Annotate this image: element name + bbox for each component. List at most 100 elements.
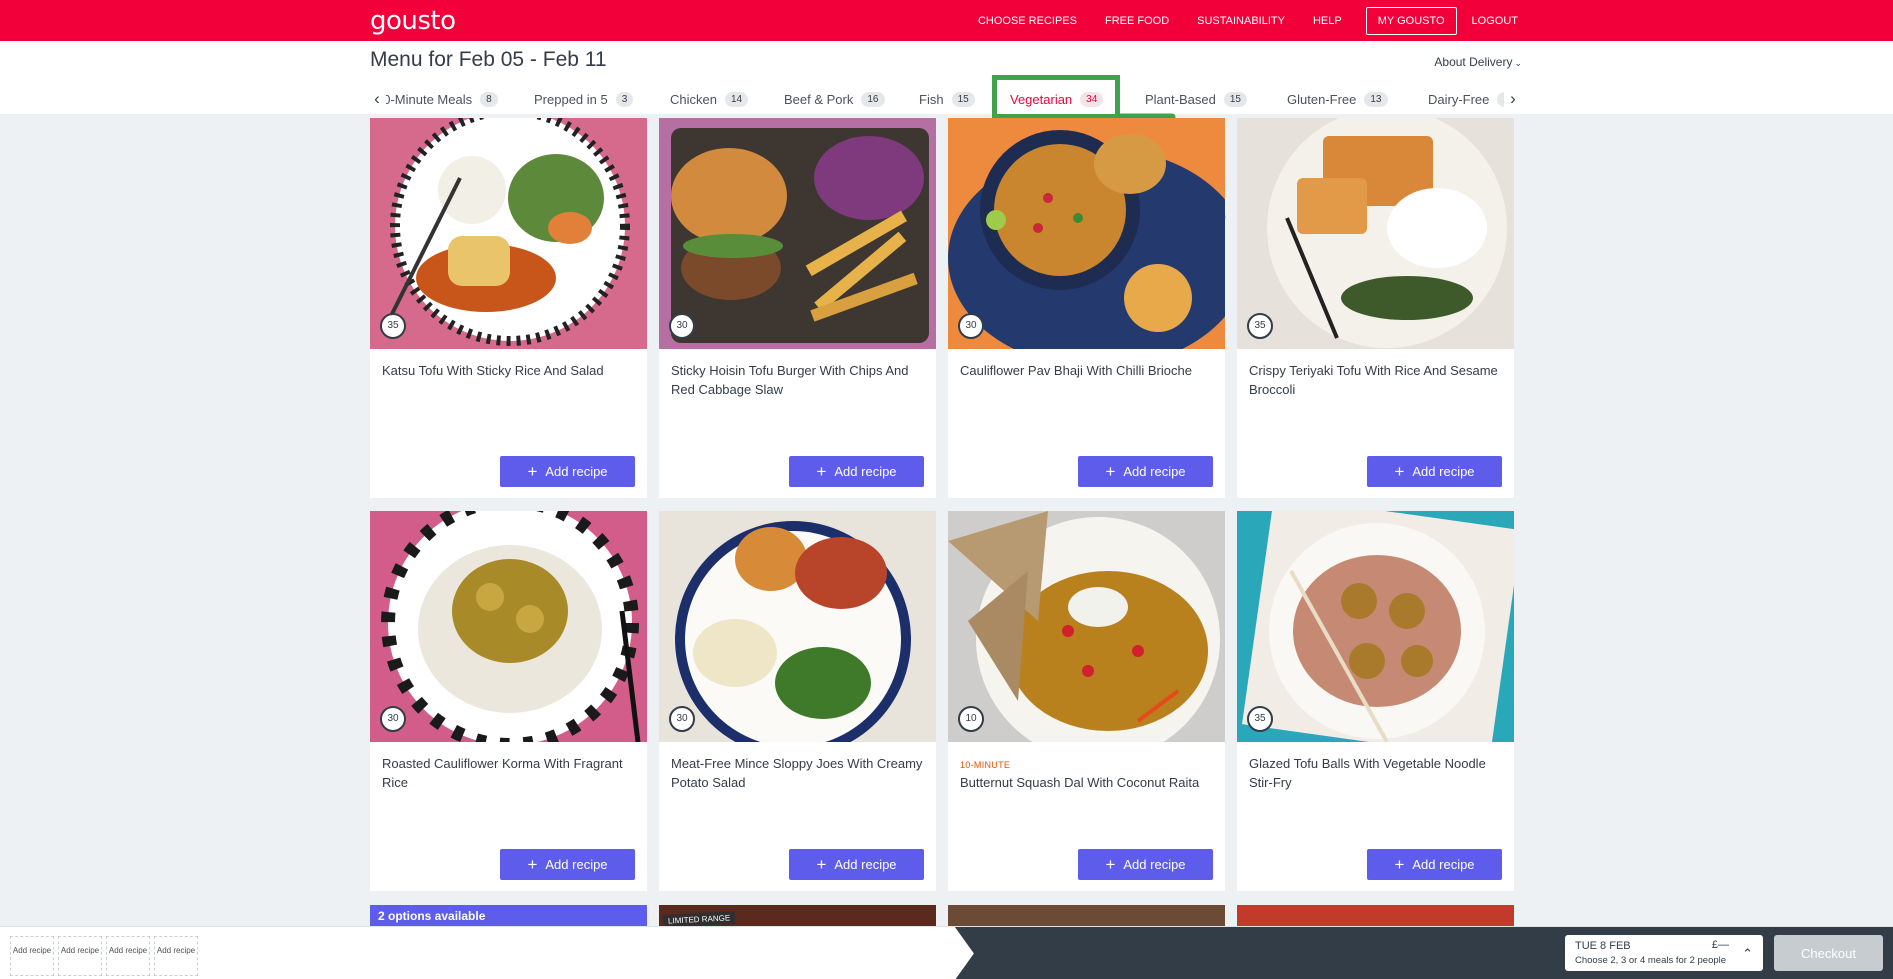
plus-icon: +: [527, 462, 538, 481]
chevron-up-icon: ⌃: [1742, 946, 1753, 961]
tab-count: 13: [1364, 92, 1388, 107]
tab-count: 14: [724, 92, 749, 107]
recipe-photo: [370, 118, 647, 349]
cook-time-badge: 10: [958, 706, 984, 732]
recipe-image[interactable]: 35: [1237, 118, 1514, 349]
recipe-photo: [948, 118, 1225, 349]
recipe-image[interactable]: 10: [948, 511, 1225, 742]
recipe-card-partial[interactable]: [948, 905, 1225, 927]
recipe-photo: [1237, 511, 1514, 742]
cook-time-badge: 35: [380, 313, 406, 339]
meal-count-hint: Choose 2, 3 or 4 meals for 2 people: [1575, 955, 1727, 966]
recipe-card[interactable]: 35 Glazed Tofu Balls With Vegetable Nood…: [1237, 511, 1514, 891]
page-title: Menu for Feb 05 - Feb 11: [370, 48, 607, 71]
recipe-title[interactable]: Glazed Tofu Balls With Vegetable Noodle …: [1249, 754, 1504, 792]
recipe-title[interactable]: Cauliflower Pav Bhaji With Chilli Brioch…: [960, 361, 1215, 380]
empty-recipe-slot[interactable]: Add recipe: [106, 936, 150, 976]
cook-time-badge: 35: [1247, 313, 1273, 339]
recipe-image[interactable]: 35: [1237, 511, 1514, 742]
checkout-button[interactable]: Checkout: [1774, 935, 1883, 971]
chevron-down-icon: ⌄: [1514, 58, 1522, 68]
add-recipe-label: Add recipe: [545, 857, 608, 872]
recipe-card[interactable]: 30 Cauliflower Pav Bhaji With Chilli Bri…: [948, 118, 1225, 498]
logout-link[interactable]: LOGOUT: [1472, 15, 1518, 27]
options-available-badge: 2 options available: [378, 909, 486, 923]
tab-count: 15: [1223, 92, 1247, 107]
tab-label: Prepped in 5: [534, 92, 608, 107]
recipe-card[interactable]: 30 Roasted Cauliflower Korma With Fragra…: [370, 511, 647, 891]
ten-minute-tag: 10-MINUTE: [960, 760, 1011, 770]
delivery-slot-selector[interactable]: TUE 8 FEB £— Choose 2, 3 or 4 meals for …: [1565, 935, 1763, 971]
tab-beef-pork[interactable]: Beef & Pork 16: [784, 92, 885, 107]
footer-chevron-icon: [952, 927, 982, 979]
tab-label: Plant-Based: [1145, 92, 1216, 107]
cook-time-badge: 30: [669, 706, 695, 732]
empty-recipe-slot[interactable]: Add recipe: [58, 936, 102, 976]
tab-chicken[interactable]: Chicken 14: [670, 92, 749, 107]
recipe-title[interactable]: Crispy Teriyaki Tofu With Rice And Sesam…: [1249, 361, 1504, 399]
category-tabs: 10-Minute Meals 8 Prepped in 5 3 Chicken 14…: [368, 86, 1523, 114]
nav-sustainability[interactable]: SUSTAINABILITY: [1197, 15, 1285, 27]
plus-icon: +: [527, 855, 538, 874]
recipe-title[interactable]: Butternut Squash Dal With Coconut Raita: [960, 773, 1215, 792]
tab-plant-based[interactable]: Plant-Based 15: [1145, 92, 1247, 107]
gousto-logo[interactable]: gousto: [370, 6, 456, 36]
add-recipe-button[interactable]: + Add recipe: [1367, 456, 1502, 487]
add-recipe-button[interactable]: + Add recipe: [1078, 849, 1213, 880]
recipe-card[interactable]: 30 Meat-Free Mince Sloppy Joes With Crea…: [659, 511, 936, 891]
tab-dairy-free[interactable]: Dairy-Free2: [1428, 92, 1515, 107]
plus-icon: +: [1394, 855, 1405, 874]
add-recipe-label: Add recipe: [1412, 857, 1475, 872]
tab-gluten-free[interactable]: Gluten-Free 13: [1287, 92, 1388, 107]
recipe-image[interactable]: 30: [659, 118, 936, 349]
empty-recipe-slot[interactable]: Add recipe: [10, 936, 54, 976]
nav-choose-recipes[interactable]: CHOOSE RECIPES: [978, 15, 1077, 27]
recipe-card[interactable]: 10 10-MINUTE Butternut Squash Dal With C…: [948, 511, 1225, 891]
menu-header: Menu for Feb 05 - Feb 11 About Delivery ⌄…: [0, 41, 1893, 114]
recipe-title[interactable]: Sticky Hoisin Tofu Burger With Chips And…: [671, 361, 926, 399]
tab-count: 3: [615, 92, 634, 107]
tabs-prev-arrow-icon[interactable]: ‹: [368, 88, 386, 110]
annotation-highlight-box: [992, 75, 1120, 119]
tab-prepped-in-5[interactable]: Prepped in 5 3: [534, 92, 634, 107]
recipe-image[interactable]: 30: [370, 511, 647, 742]
add-recipe-label: Add recipe: [1412, 464, 1475, 479]
tab-count: 8: [480, 92, 498, 107]
add-recipe-button[interactable]: + Add recipe: [1078, 456, 1213, 487]
recipe-image[interactable]: 30: [948, 118, 1225, 349]
add-recipe-label: Add recipe: [1123, 464, 1186, 479]
my-gousto-button[interactable]: MY GOUSTO: [1365, 6, 1457, 35]
add-recipe-button[interactable]: + Add recipe: [500, 849, 635, 880]
add-recipe-label: Add recipe: [834, 857, 897, 872]
nav-help[interactable]: HELP: [1313, 15, 1342, 27]
add-recipe-button[interactable]: + Add recipe: [1367, 849, 1502, 880]
cook-time-badge: 30: [380, 706, 406, 732]
recipe-title[interactable]: Meat-Free Mince Sloppy Joes With Creamy …: [671, 754, 926, 792]
recipe-title[interactable]: Roasted Cauliflower Korma With Fragrant …: [382, 754, 637, 792]
recipe-card-partial[interactable]: [1237, 905, 1514, 927]
recipe-photo: [659, 511, 936, 742]
add-recipe-button[interactable]: + Add recipe: [500, 456, 635, 487]
recipe-image[interactable]: 35: [370, 118, 647, 349]
tab-label: Beef & Pork: [784, 92, 854, 107]
recipe-card-partial[interactable]: LIMITED RANGE: [659, 905, 936, 927]
limited-range-badge: LIMITED RANGE: [662, 911, 736, 927]
nav-free-food[interactable]: FREE FOOD: [1105, 15, 1169, 27]
recipe-card-partial[interactable]: 2 options available: [370, 905, 647, 927]
recipe-title[interactable]: Katsu Tofu With Sticky Rice And Salad: [382, 361, 637, 380]
tabs-next-arrow-icon[interactable]: ›: [1504, 88, 1522, 110]
plus-icon: +: [816, 462, 827, 481]
about-delivery-dropdown[interactable]: About Delivery ⌄: [1434, 55, 1522, 69]
empty-recipe-slot[interactable]: Add recipe: [154, 936, 198, 976]
tab-fish[interactable]: Fish 15: [919, 92, 975, 107]
add-recipe-button[interactable]: + Add recipe: [789, 456, 924, 487]
basket-slots: Add recipe Add recipe Add recipe Add rec…: [10, 936, 198, 976]
plus-icon: +: [816, 855, 827, 874]
recipe-photo: [370, 511, 647, 742]
add-recipe-button[interactable]: + Add recipe: [789, 849, 924, 880]
recipe-card[interactable]: 35 Crispy Teriyaki Tofu With Rice And Se…: [1237, 118, 1514, 498]
recipe-card[interactable]: 30 Sticky Hoisin Tofu Burger With Chips …: [659, 118, 936, 498]
recipe-image[interactable]: 30: [659, 511, 936, 742]
tab-10-minute-meals[interactable]: 10-Minute Meals 8: [376, 92, 498, 107]
recipe-card[interactable]: 35 Katsu Tofu With Sticky Rice And Salad…: [370, 118, 647, 498]
